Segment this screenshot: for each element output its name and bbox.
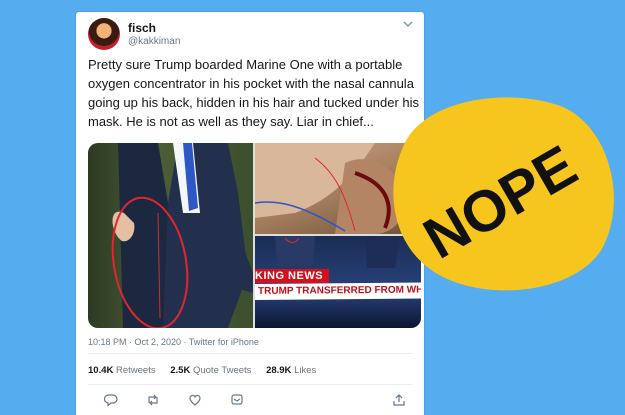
- avatar[interactable]: [88, 18, 120, 50]
- quote-tweets-label: Quote Tweets: [192, 365, 252, 376]
- quote-tweets-count: 2.5K: [170, 365, 191, 376]
- display-name[interactable]: fisch: [128, 21, 156, 35]
- retweets-label: Retweets: [116, 365, 156, 376]
- share-icon[interactable]: [392, 393, 406, 407]
- tweet-stats: 10.4K Retweets 2.5K Quote Tweets 28.9K L…: [88, 365, 328, 376]
- divider: [88, 384, 412, 385]
- news-ticker-top: KING NEWS: [255, 269, 330, 283]
- like-icon[interactable]: [188, 393, 202, 407]
- likes-label: Likes: [294, 365, 317, 376]
- retweets-count: 10.4K: [88, 365, 114, 376]
- tweet-media-grid[interactable]: KING NEWS TRUMP TRANSFERRED FROM WH TO W…: [88, 143, 421, 328]
- walking-photo-illustration: [111, 143, 253, 328]
- tweet-timestamp[interactable]: 10:18 PM · Oct 2, 2020 · Twitter for iPh…: [88, 337, 259, 347]
- dm-icon[interactable]: [230, 393, 244, 407]
- reply-icon[interactable]: [104, 393, 118, 407]
- chevron-down-icon[interactable]: [402, 18, 414, 30]
- tweet-text: Pretty sure Trump boarded Marine One wit…: [88, 57, 419, 129]
- retweets-stat[interactable]: 10.4K Retweets: [88, 365, 156, 376]
- tweet-header: fisch @kakkiman: [88, 18, 416, 54]
- quote-tweets-stat[interactable]: 2.5K Quote Tweets: [170, 365, 251, 376]
- nope-sticker: NOPE: [393, 97, 614, 291]
- page: { "tweet": { "display_name": "fisch", "h…: [0, 0, 625, 415]
- likes-count: 28.9K: [266, 365, 292, 376]
- retweet-icon[interactable]: [146, 393, 160, 407]
- media-photo-walking[interactable]: [88, 143, 253, 328]
- divider: [88, 353, 412, 354]
- user-handle[interactable]: @kakkiman: [128, 36, 180, 47]
- tweet-card: fisch @kakkiman Pretty sure Trump boarde…: [76, 12, 424, 415]
- likes-stat[interactable]: 28.9K Likes: [266, 365, 316, 376]
- tweet-actions: [76, 393, 424, 409]
